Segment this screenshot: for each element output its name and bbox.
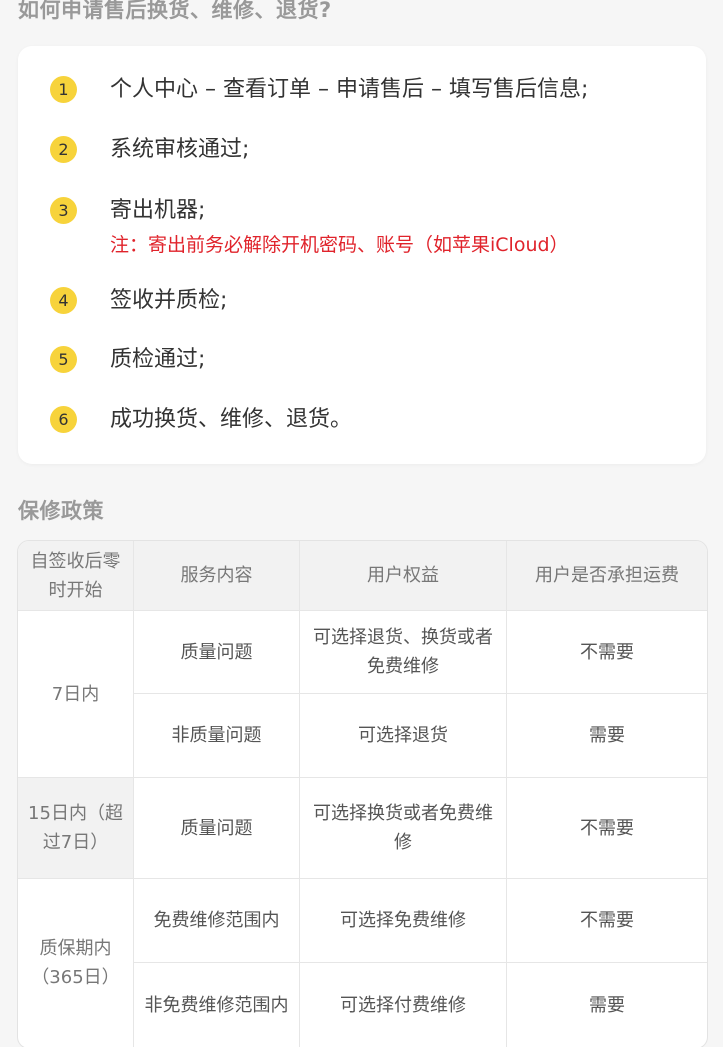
period-cell: 15日内（超过7日） — [18, 778, 134, 879]
step-text: 成功换货、维修、退货。 — [110, 407, 353, 432]
header-period: 自签收后零时开始 — [18, 541, 134, 611]
header-rights: 用户权益 — [300, 541, 507, 611]
shipping-cell: 不需要 — [507, 879, 707, 963]
period-cell: 7日内 — [18, 611, 134, 778]
step-number-badge: 3 — [50, 197, 77, 224]
step-number-badge: 5 — [50, 346, 77, 373]
table-header-row: 自签收后零时开始 服务内容 用户权益 用户是否承担运费 — [18, 541, 707, 611]
steps-card: 1 个人中心 – 查看订单 – 申请售后 – 填写售后信息; 2 系统审核通过;… — [18, 46, 706, 464]
shipping-cell: 需要 — [507, 694, 707, 778]
step-text: 系统审核通过; — [110, 137, 250, 162]
step-number-badge: 6 — [50, 406, 77, 433]
warranty-policy-title: 保修政策 — [18, 499, 104, 523]
shipping-cell: 不需要 — [507, 611, 707, 694]
table-row: 15日内（超过7日） 质量问题 可选择换货或者免费维修 不需要 — [18, 778, 707, 879]
header-service: 服务内容 — [134, 541, 300, 611]
step-warning-note: 注：寄出前务必解除开机密码、账号（如苹果iCloud） — [110, 234, 569, 256]
table-row: 7日内 质量问题 可选择退货、换货或者免费维修 不需要 — [18, 611, 707, 778]
period-cell: 质保期内（365日） — [18, 879, 134, 1047]
step-text: 质检通过; — [110, 347, 206, 372]
service-cell: 质量问题 — [134, 778, 300, 879]
header-shipping: 用户是否承担运费 — [507, 541, 707, 611]
after-sales-page: 如何申请售后换货、维修、退货? 1 个人中心 – 查看订单 – 申请售后 – 填… — [0, 0, 723, 1047]
shipping-cell: 需要 — [589, 995, 625, 1016]
rights-cell: 可选择退货、换货或者免费维修 — [300, 611, 507, 694]
shipping-cell: 不需要 — [507, 778, 707, 879]
step-number-badge: 1 — [50, 76, 77, 103]
service-cell: 非质量问题 — [134, 694, 300, 778]
rights-cell: 可选择免费维修 — [300, 879, 507, 963]
rights-cell: 可选择退货 — [300, 694, 507, 778]
warranty-policy-table: 自签收后零时开始 服务内容 用户权益 用户是否承担运费 7日内 质量问题 可选择… — [17, 540, 708, 1047]
step-text: 寄出机器; — [110, 198, 206, 223]
service-cell: 非免费维修范围内 — [134, 963, 300, 1047]
after-sales-title: 如何申请售后换货、维修、退货? — [18, 0, 332, 22]
step-text: 签收并质检; — [110, 288, 228, 313]
step-text: 个人中心 – 查看订单 – 申请售后 – 填写售后信息; — [110, 77, 589, 102]
step-number-badge: 4 — [50, 287, 77, 314]
rights-cell: 可选择付费维修 — [300, 963, 507, 1047]
service-cell: 免费维修范围内 — [134, 879, 300, 963]
service-cell: 质量问题 — [134, 611, 300, 694]
rights-cell: 可选择换货或者免费维修 — [300, 778, 507, 879]
step-number-badge: 2 — [50, 136, 77, 163]
table-row: 质保期内（365日） 免费维修范围内 可选择免费维修 不需要 — [18, 879, 707, 1047]
